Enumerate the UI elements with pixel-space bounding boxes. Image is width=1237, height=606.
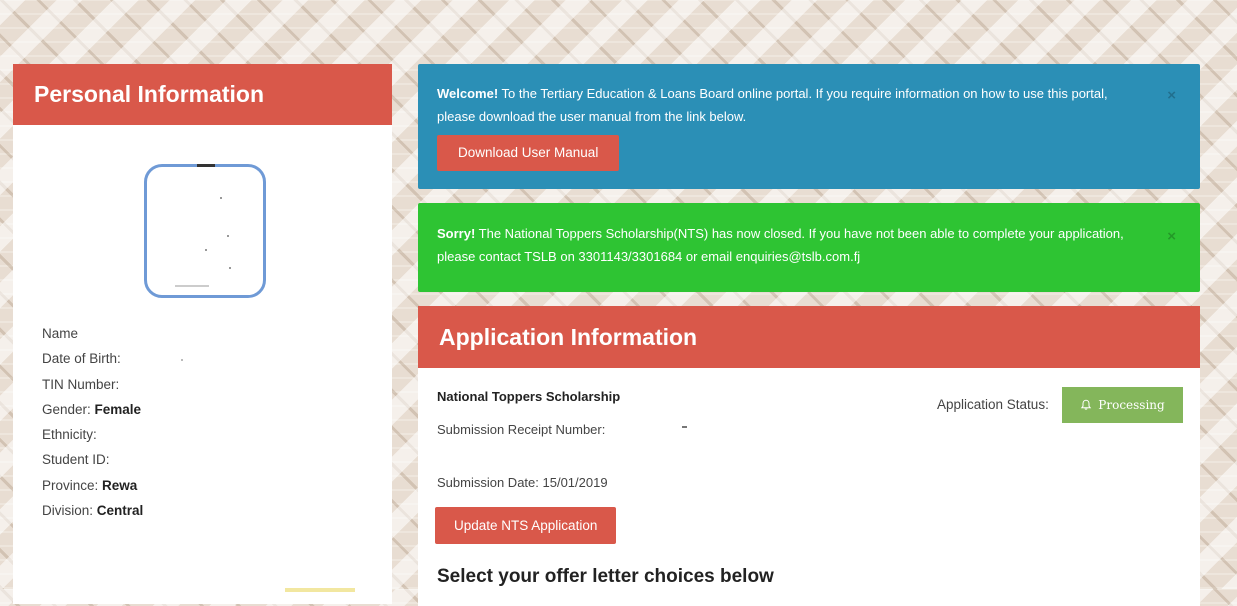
personal-information-title: Personal Information (13, 64, 392, 125)
name-label: Name (42, 326, 79, 341)
division-label: Division: (42, 503, 97, 519)
photo-speck (229, 267, 231, 269)
status-badge[interactable]: Processing (1062, 387, 1183, 423)
dob-label: Date of Birth: (42, 351, 121, 367)
offer-letter-heading: Select your offer letter choices below (437, 566, 774, 587)
personal-information-panel: Personal Information Name Date of Birth:… (13, 64, 392, 604)
bell-icon (1081, 399, 1092, 410)
photo-speck (227, 235, 229, 237)
redacted-mark (180, 358, 183, 361)
application-status-label: Application Status: (937, 397, 1049, 412)
photo-speck (205, 249, 207, 251)
photo-mark (197, 164, 215, 167)
welcome-alert: Welcome! To the Tertiary Education & Loa… (418, 64, 1200, 189)
province-value: Rewa (102, 477, 138, 493)
photo-caption-mark (175, 285, 209, 287)
gender-value: Female (94, 401, 142, 417)
tin-row: TIN Number: (42, 377, 183, 402)
status-value: Processing (1098, 398, 1165, 412)
profile-photo (144, 164, 266, 298)
ethnicity-row: Ethnicity: (42, 427, 183, 452)
name-row: Name (42, 326, 183, 351)
close-icon[interactable]: × (1167, 225, 1176, 248)
tin-label: TIN Number: (42, 376, 120, 392)
gender-label: Gender: (42, 401, 95, 417)
submission-receipt-label: Submission Receipt Number: (437, 422, 606, 437)
update-nts-application-button[interactable]: Update NTS Application (435, 507, 617, 544)
division-value: Central (96, 503, 144, 519)
welcome-alert-text: To the Tertiary Education & Loans Board … (437, 86, 1108, 124)
personal-details-list: Name Date of Birth: TIN Number: Gender: … (42, 326, 183, 528)
application-information-title: Application Information (418, 306, 1200, 368)
photo-speck (220, 197, 222, 199)
dob-row: Date of Birth: (42, 351, 183, 376)
scholarship-name: National Toppers Scholarship (437, 389, 621, 404)
division-row: Division: Central (42, 503, 183, 528)
welcome-alert-strong: Welcome! (437, 86, 499, 101)
nts-closed-alert: Sorry! The National Toppers Scholarship(… (418, 203, 1200, 292)
application-information-panel: Application Information National Toppers… (418, 306, 1200, 606)
nts-closed-strong: Sorry! (437, 226, 476, 241)
ethnicity-label: Ethnicity: (42, 427, 97, 443)
student-id-row: Student ID: (42, 452, 183, 477)
student-id-label: Student ID: (42, 452, 110, 468)
province-row: Province: Rewa (42, 478, 183, 503)
redacted-mark (682, 426, 687, 428)
download-user-manual-button[interactable]: Download User Manual (437, 135, 620, 171)
gender-row: Gender: Female (42, 402, 183, 427)
submission-date: Submission Date: 15/01/2019 (437, 475, 608, 490)
close-icon[interactable]: × (1167, 84, 1176, 107)
nts-closed-text: The National Toppers Scholarship(NTS) ha… (437, 226, 1124, 264)
province-label: Province: (42, 477, 103, 493)
